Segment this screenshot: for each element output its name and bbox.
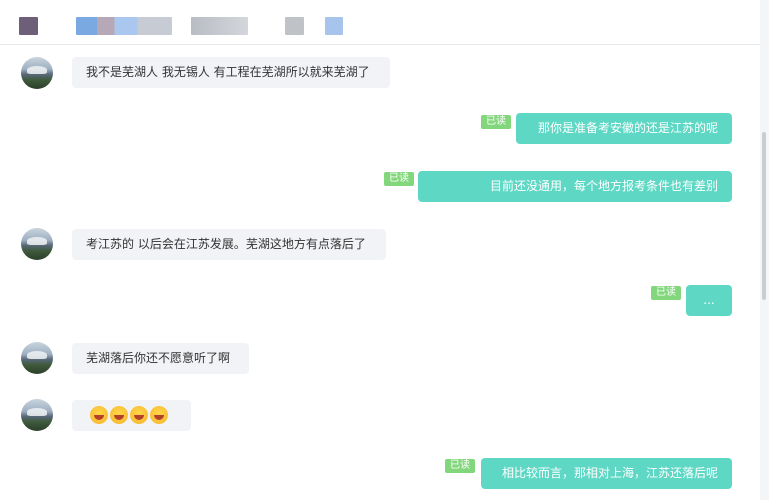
message-bubble-received[interactable] bbox=[72, 400, 191, 431]
grinning-face-icon bbox=[130, 406, 148, 424]
message-text: 考江苏的 以后会在江苏发展。芜湖这地方有点落后了 bbox=[86, 237, 366, 251]
message-text: 相比较而言，那相对上海，江苏还落后呢 bbox=[501, 466, 718, 480]
message-bubble-received[interactable]: 我不是芜湖人 我无锡人 有工程在芜湖所以就来芜湖了 bbox=[72, 57, 390, 88]
header-icon-block[interactable] bbox=[285, 17, 304, 35]
header-name-block[interactable] bbox=[76, 17, 172, 35]
message-text: 我不是芜湖人 我无锡人 有工程在芜湖所以就来芜湖了 bbox=[86, 65, 370, 79]
message-bubble-sent[interactable]: ... bbox=[686, 285, 732, 316]
message-bubble-received[interactable]: 芜湖落后你还不愿意听了啊 bbox=[72, 343, 249, 374]
grinning-face-icon bbox=[150, 406, 168, 424]
message-text: ... bbox=[703, 293, 715, 307]
read-badge: 已读 bbox=[481, 115, 511, 129]
read-badge: 已读 bbox=[651, 286, 681, 300]
message-bubble-sent[interactable]: 目前还没通用，每个地方报考条件也有差别 bbox=[418, 171, 732, 202]
grinning-face-icon bbox=[90, 406, 108, 424]
avatar[interactable] bbox=[21, 228, 53, 260]
avatar[interactable] bbox=[21, 342, 53, 374]
avatar[interactable] bbox=[21, 57, 53, 89]
read-badge: 已读 bbox=[384, 172, 414, 186]
grinning-face-icon bbox=[110, 406, 128, 424]
message-bubble-sent[interactable]: 那你是准备考安徽的还是江苏的呢 bbox=[516, 113, 732, 144]
message-text: 芜湖落后你还不愿意听了啊 bbox=[86, 351, 231, 365]
message-text: 那你是准备考安徽的还是江苏的呢 bbox=[537, 121, 718, 135]
header-icon-block[interactable] bbox=[325, 17, 343, 35]
chat-header bbox=[0, 0, 760, 45]
message-bubble-received[interactable]: 考江苏的 以后会在江苏发展。芜湖这地方有点落后了 bbox=[72, 229, 386, 260]
header-avatar-block[interactable] bbox=[19, 17, 38, 35]
read-badge: 已读 bbox=[445, 459, 475, 473]
avatar[interactable] bbox=[21, 399, 53, 431]
scrollbar-thumb[interactable] bbox=[762, 132, 766, 300]
message-text: 目前还没通用，每个地方报考条件也有差别 bbox=[489, 179, 718, 193]
header-info-block bbox=[191, 17, 248, 35]
message-bubble-sent[interactable]: 相比较而言，那相对上海，江苏还落后呢 bbox=[481, 458, 732, 489]
